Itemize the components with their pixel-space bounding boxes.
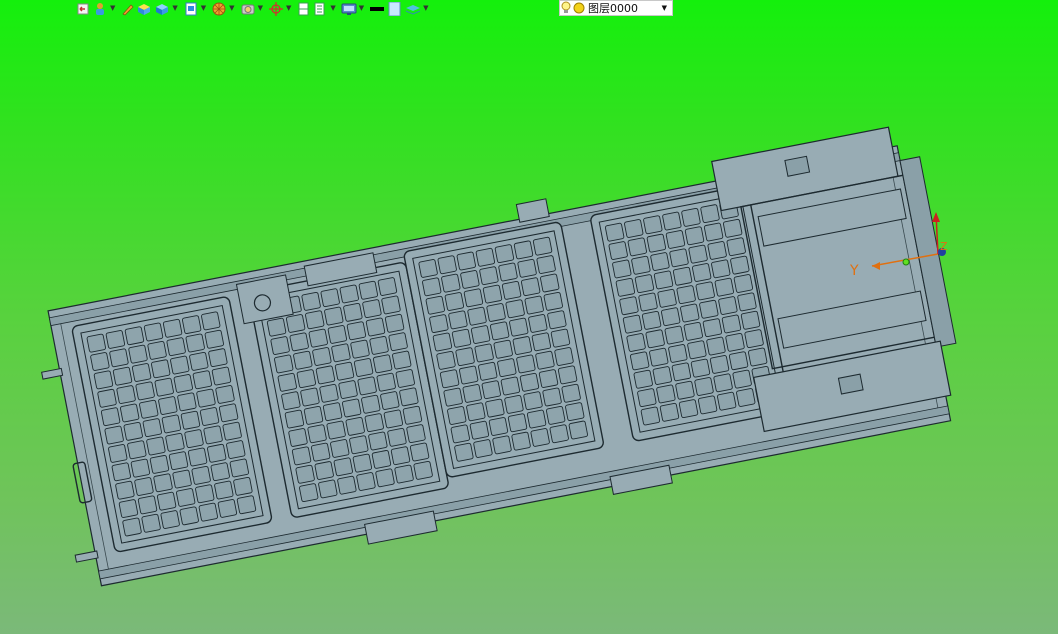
cad-model[interactable]: Y Z xyxy=(0,0,1058,634)
machine-assembly xyxy=(41,126,957,587)
z-axis-label: Z xyxy=(940,240,948,253)
3d-viewport[interactable]: ▼ ▼ ▼ ▼ ▼ ▼ ▼ ▼ ▼ 图层0000 ▼ Y Z xyxy=(0,0,1058,634)
y-axis-label: Y xyxy=(849,263,859,279)
